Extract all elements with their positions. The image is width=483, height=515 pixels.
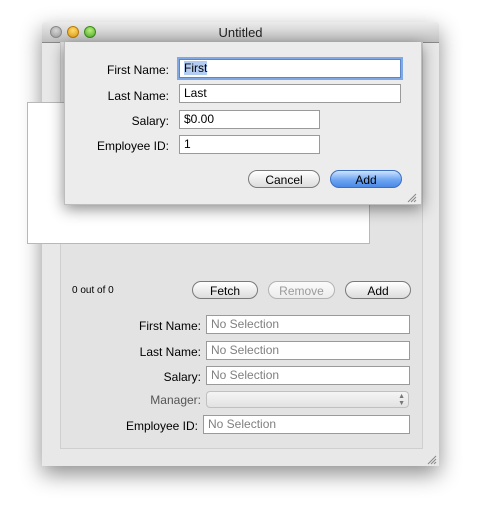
first-name-label: First Name:	[138, 319, 201, 333]
employee-id-field[interactable]: No Selection	[203, 415, 410, 434]
salary-label: Salary:	[163, 370, 201, 384]
first-name-field[interactable]: No Selection	[206, 315, 410, 334]
sheet-add-button[interactable]: Add	[330, 170, 402, 188]
employee-id-label: Employee ID:	[125, 419, 198, 433]
popup-arrows-icon: ▲ ▼	[398, 393, 405, 407]
sheet-salary-label: Salary:	[131, 114, 169, 128]
sheet-resize-grip-icon[interactable]	[407, 193, 417, 203]
last-name-label: Last Name:	[139, 345, 201, 359]
sheet-cancel-button[interactable]: Cancel	[248, 170, 320, 188]
fetch-button[interactable]: Fetch	[192, 281, 258, 299]
salary-field[interactable]: No Selection	[206, 366, 410, 385]
title-bar[interactable]: Untitled	[42, 22, 439, 43]
manager-popup[interactable]: ▲ ▼	[206, 391, 409, 408]
sheet-employee-id-label: Employee ID:	[96, 139, 169, 153]
sheet-first-name-value: First	[184, 61, 208, 75]
sheet-first-name-field[interactable]: First	[179, 59, 401, 78]
sheet-salary-field[interactable]: $0.00	[179, 110, 320, 129]
last-name-field[interactable]: No Selection	[206, 341, 410, 360]
record-count: 0 out of 0	[72, 285, 114, 296]
window-resize-grip-icon[interactable]	[427, 455, 437, 465]
sheet-employee-id-field[interactable]: 1	[179, 135, 320, 154]
manager-label: Manager:	[150, 393, 201, 407]
add-button[interactable]: Add	[345, 281, 411, 299]
window-title: Untitled	[218, 25, 263, 40]
sheet-first-name-label: First Name:	[106, 63, 169, 77]
sheet-last-name-label: Last Name:	[107, 89, 169, 103]
sheet-last-name-field[interactable]: Last	[179, 84, 401, 103]
remove-button[interactable]: Remove	[268, 281, 335, 299]
